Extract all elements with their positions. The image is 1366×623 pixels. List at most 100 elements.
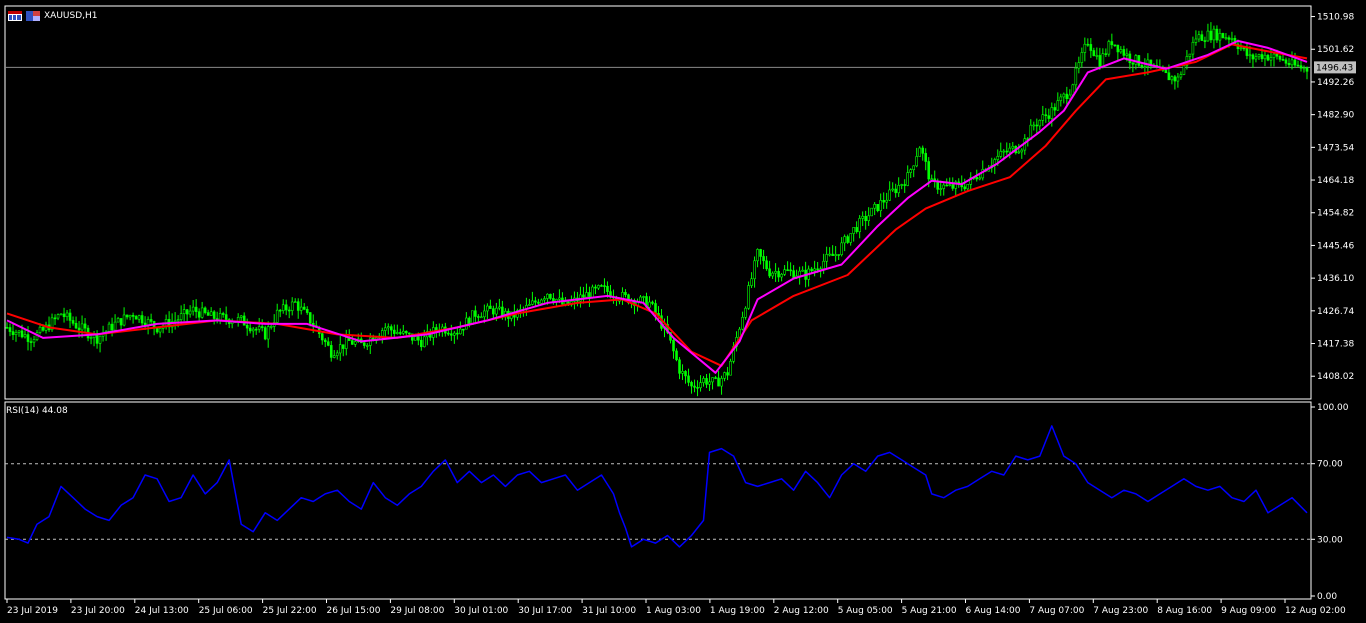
candle-body bbox=[924, 153, 928, 162]
candle-body bbox=[173, 320, 177, 323]
candle-body bbox=[98, 335, 102, 344]
candle-body bbox=[477, 316, 480, 318]
candle-body bbox=[546, 293, 549, 299]
candle-body bbox=[266, 326, 270, 340]
candle-body bbox=[945, 184, 949, 187]
candle-body bbox=[396, 332, 399, 334]
candle-body bbox=[921, 147, 925, 154]
candle-body bbox=[119, 318, 123, 326]
candle-body bbox=[1089, 44, 1093, 51]
rsi-tick-label: 30.00 bbox=[1317, 535, 1343, 545]
candle-body bbox=[137, 315, 141, 320]
candle-body bbox=[218, 313, 222, 321]
candle-body bbox=[56, 314, 60, 319]
time-tick-label: 1 Aug 03:00 bbox=[646, 606, 701, 616]
candle-body bbox=[275, 309, 279, 323]
candle-body bbox=[290, 301, 294, 311]
candle-body bbox=[224, 314, 228, 320]
candle-body bbox=[158, 328, 162, 333]
candle-body bbox=[245, 324, 249, 329]
candle-body bbox=[762, 256, 765, 262]
candle-body bbox=[1110, 41, 1114, 46]
candle-body bbox=[786, 269, 789, 272]
candle-body bbox=[939, 188, 943, 190]
candle-body bbox=[1269, 57, 1273, 61]
candle-body bbox=[113, 321, 117, 331]
candle-body bbox=[1047, 115, 1051, 119]
time-tick-label: 31 Jul 10:00 bbox=[582, 606, 636, 616]
candle-body bbox=[194, 306, 198, 313]
candle-body bbox=[125, 314, 129, 318]
candle-body bbox=[543, 298, 546, 301]
candle-body bbox=[221, 313, 225, 315]
candle-body bbox=[1221, 33, 1225, 39]
candle-body bbox=[909, 169, 912, 173]
candle-body bbox=[927, 161, 931, 180]
candle-body bbox=[65, 312, 69, 318]
rsi-pane-border bbox=[4, 401, 1312, 600]
candle-body bbox=[1176, 76, 1180, 82]
time-tick-label: 7 Aug 23:00 bbox=[1093, 606, 1148, 616]
candle-body bbox=[200, 307, 204, 318]
candle-body bbox=[528, 304, 531, 306]
candle-body bbox=[254, 328, 258, 331]
price-chart[interactable]: 1510.98 1501.62 1492.26 1482.90 1473.54 1464.… bbox=[0, 0, 1366, 623]
candle-body bbox=[456, 332, 459, 335]
time-tick-label: 2 Aug 12:00 bbox=[774, 606, 829, 616]
candle-body bbox=[26, 334, 30, 342]
rsi-tick-label: 100.00 bbox=[1317, 403, 1349, 413]
candle-body bbox=[1302, 67, 1306, 70]
time-tick-label: 23 Jul 2019 bbox=[7, 606, 58, 616]
candle-body bbox=[41, 326, 45, 331]
candle-body bbox=[122, 314, 126, 326]
candle-body bbox=[1170, 76, 1174, 81]
candle-body bbox=[338, 344, 342, 354]
price-tick-label: 1510.98 bbox=[1317, 13, 1354, 23]
candle-body bbox=[1251, 54, 1255, 60]
candle-body bbox=[801, 269, 804, 272]
candle-body bbox=[942, 184, 946, 189]
candle-body bbox=[531, 300, 534, 305]
time-tick-label: 8 Aug 16:00 bbox=[1157, 606, 1212, 616]
candle-body bbox=[879, 200, 882, 212]
candle-body bbox=[1065, 93, 1069, 100]
candle-body bbox=[825, 254, 828, 262]
candle-body bbox=[1191, 42, 1195, 55]
candle-body bbox=[203, 307, 207, 313]
candle-body bbox=[492, 308, 495, 315]
candle-body bbox=[474, 310, 477, 317]
candle-body bbox=[744, 307, 747, 318]
candle-body bbox=[450, 333, 453, 336]
price-tick-label: 1454.82 bbox=[1317, 209, 1354, 219]
candle-body bbox=[1242, 47, 1246, 50]
candle-body bbox=[1275, 53, 1279, 57]
candle-body bbox=[417, 336, 420, 341]
candle-body bbox=[402, 330, 405, 334]
candle-body bbox=[1074, 67, 1078, 86]
candle-body bbox=[834, 254, 837, 256]
candle-body bbox=[1218, 33, 1222, 41]
candle-body bbox=[1020, 149, 1024, 153]
candle-body bbox=[287, 309, 291, 312]
candle-body bbox=[1092, 50, 1096, 57]
candle-body bbox=[564, 301, 567, 305]
candle-body bbox=[176, 319, 180, 322]
candle-body bbox=[753, 260, 756, 280]
candle-body bbox=[329, 345, 333, 358]
candle-body bbox=[414, 336, 417, 341]
candle-body bbox=[1077, 62, 1081, 69]
candle-body bbox=[1227, 37, 1231, 40]
candle-body bbox=[792, 270, 795, 279]
candle-body bbox=[131, 314, 135, 317]
candle-body bbox=[654, 303, 657, 314]
time-tick-label: 23 Jul 20:00 bbox=[71, 606, 125, 616]
candle-body bbox=[534, 300, 537, 303]
candle-body bbox=[1203, 40, 1207, 42]
candle-body bbox=[1281, 59, 1285, 61]
candle-body bbox=[549, 293, 552, 299]
candle-body bbox=[53, 317, 57, 320]
time-tick-label: 26 Jul 15:00 bbox=[327, 606, 381, 616]
candle-body bbox=[648, 301, 651, 308]
candle-body bbox=[1230, 38, 1234, 40]
candle-body bbox=[1179, 74, 1183, 78]
